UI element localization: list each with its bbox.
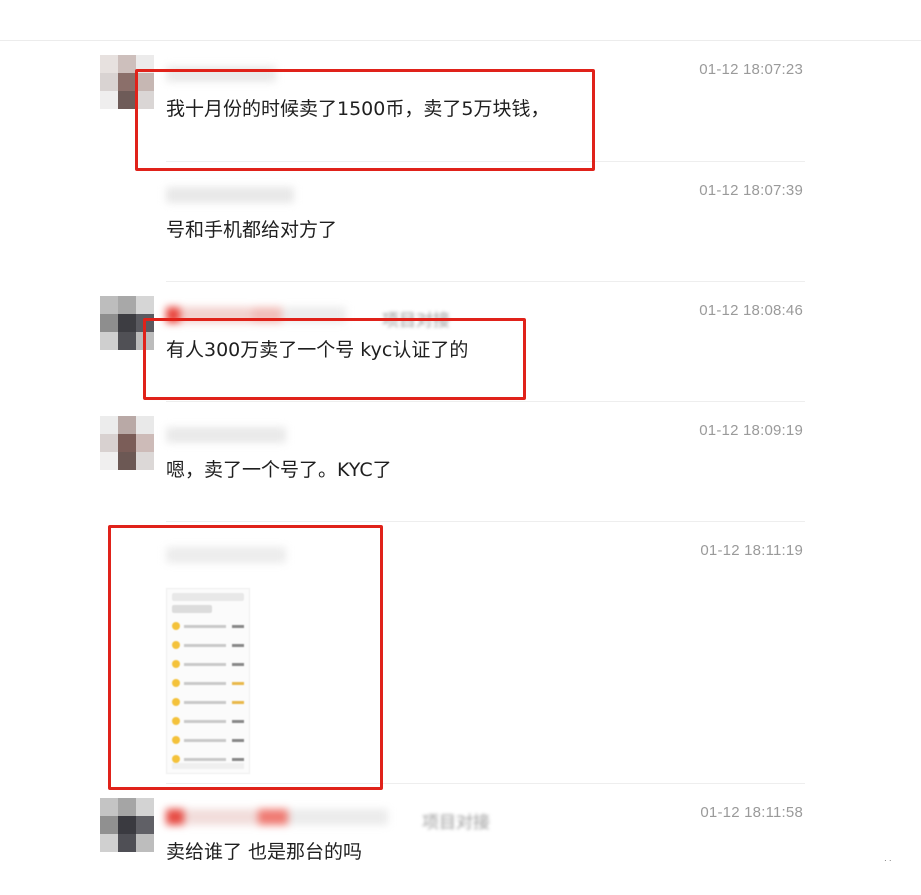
message-text: 号和手机都给对方了 [166,219,338,241]
message-text: 我十月份的时候卖了1500币，卖了5万块钱， [166,98,550,120]
avatar[interactable] [100,55,154,109]
avatar[interactable] [100,296,154,350]
message-timestamp: 01-12 18:11:58 [700,804,803,821]
message-text: 卖给谁了 也是那台的吗 [166,841,363,863]
sender-group-label: 项目对接 [382,311,450,330]
sender-group-label: 项目对接 [422,813,490,832]
message-text: 嗯，卖了一个号了。KYC了 [166,459,392,481]
message-timestamp: 01-12 18:08:46 [699,302,803,319]
chat-message: 01-12 18:11:19 [100,536,805,784]
message-divider [166,281,805,282]
message-timestamp: 01-12 18:07:23 [699,61,803,78]
avatar[interactable] [100,798,154,852]
message-divider [166,783,805,784]
chat-message: 项目对接 01-12 18:08:46 有人300万卖了一个号 kyc认证了的 [100,296,805,402]
avatar[interactable] [100,416,154,470]
message-text: 有人300万卖了一个号 kyc认证了的 [166,339,469,361]
top-divider [0,40,921,41]
message-timestamp: 01-12 18:11:19 [700,542,803,559]
chat-message: 01-12 18:07:23 我十月份的时候卖了1500币，卖了5万块钱， [100,55,805,162]
phone-screenshot-thumbnail[interactable] [166,588,250,774]
message-divider [166,401,805,402]
message-timestamp: 01-12 18:07:39 [699,182,803,199]
sender-name-redacted [166,806,388,828]
message-timestamp: 01-12 18:09:19 [699,422,803,439]
message-divider [166,161,805,162]
chat-message: 01-12 18:09:19 嗯，卖了一个号了。KYC了 [100,416,805,522]
corner-mark: · · [884,856,892,865]
sender-name-redacted [166,304,346,326]
chat-message: 01-12 18:07:39 号和手机都给对方了 [100,176,805,282]
sender-name-redacted [166,63,276,85]
message-divider [166,521,805,522]
sender-name-redacted [166,424,286,446]
sender-name-redacted [166,184,294,206]
chat-message: 项目对接 01-12 18:11:58 卖给谁了 也是那台的吗 [100,798,805,895]
sender-name-redacted [166,544,286,566]
